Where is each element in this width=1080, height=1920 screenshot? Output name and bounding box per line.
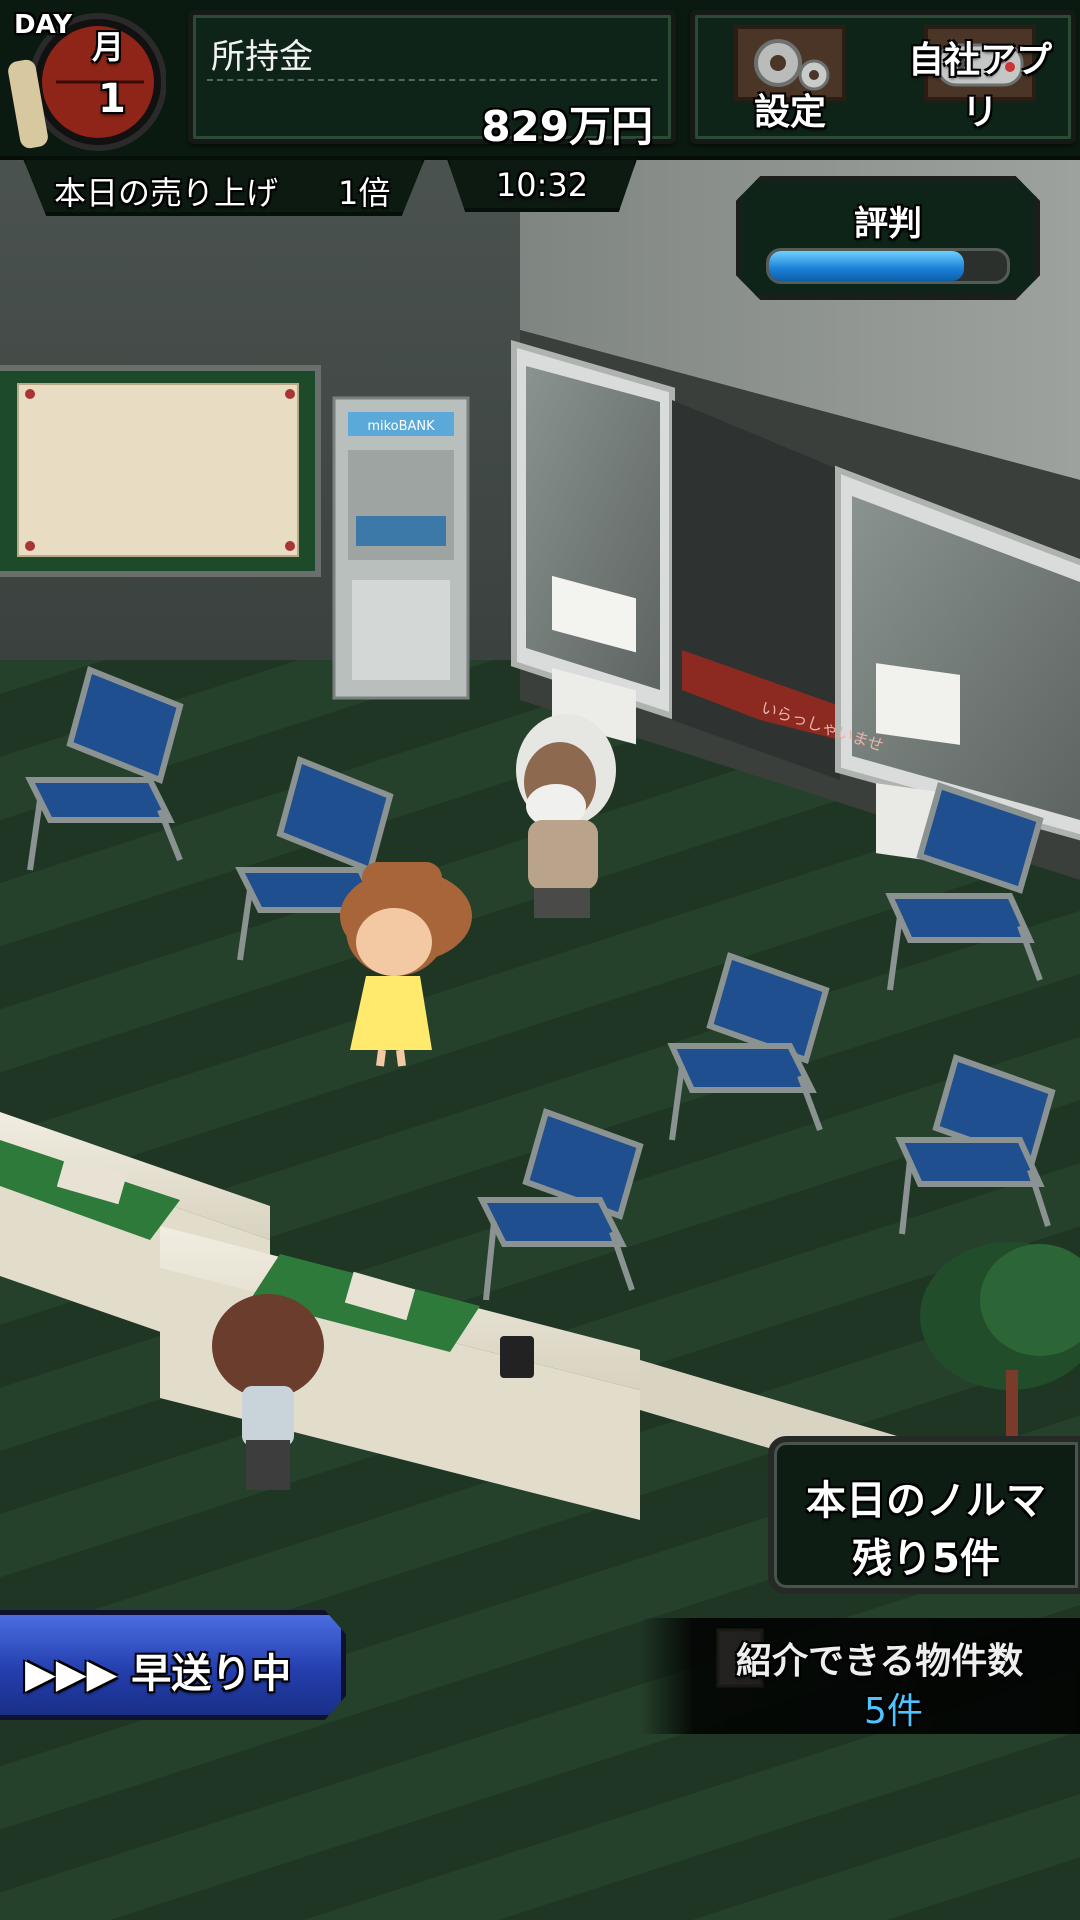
bulletin-board bbox=[0, 365, 321, 577]
settings-label: 設定 bbox=[753, 92, 826, 133]
fast-forward-label: ▶▶▶ 早送り中 bbox=[25, 1651, 292, 1697]
available-listings-panel[interactable]: 紹介できる物件数 5件 bbox=[640, 1618, 1080, 1734]
atm-sign: mikoBANK bbox=[367, 419, 435, 434]
money-panel: 所持金 829万円 bbox=[188, 10, 676, 151]
fast-forward-button[interactable]: ▶▶▶ 早送り中 bbox=[0, 1610, 346, 1720]
clock-panel: 10:32 bbox=[446, 156, 638, 212]
atm-machine[interactable]: mikoBANK bbox=[332, 396, 470, 700]
reputation-panel: 評判 bbox=[736, 176, 1040, 300]
company-apps-label: 自社アプリ bbox=[907, 40, 1052, 133]
menu-panel: 設定 自社アプリ bbox=[690, 10, 1076, 144]
day-badge: DAY 月 1 bbox=[6, 6, 167, 154]
quota-remaining: 残り5件 bbox=[852, 1536, 1000, 1582]
listings-label: 紹介できる物件数 bbox=[736, 1641, 1024, 1682]
company-apps-button[interactable]: 自社アプリ bbox=[895, 19, 1065, 137]
daily-quota-panel: 本日のノルマ 残り5件 bbox=[768, 1436, 1080, 1594]
listings-count: 5件 bbox=[864, 1691, 923, 1732]
day-weekday: 月 bbox=[92, 28, 125, 66]
sales-panel: 本日の売り上げ 1倍 bbox=[22, 156, 426, 216]
reputation-bar bbox=[766, 248, 1010, 284]
money-value: 829万円 bbox=[481, 102, 653, 151]
money-divider bbox=[207, 79, 657, 81]
clock-time: 10:32 bbox=[495, 166, 589, 204]
sales-multiplier: 1倍 bbox=[338, 174, 391, 212]
money-label: 所持金 bbox=[211, 37, 313, 77]
sales-label: 本日の売り上げ bbox=[54, 174, 279, 212]
quota-title: 本日のノルマ bbox=[806, 1478, 1046, 1524]
day-number: 1 bbox=[98, 76, 126, 122]
reputation-bar-fill bbox=[769, 251, 965, 281]
day-label: DAY bbox=[14, 10, 73, 40]
settings-button[interactable]: 設定 bbox=[715, 19, 865, 137]
reputation-label: 評判 bbox=[854, 204, 922, 244]
